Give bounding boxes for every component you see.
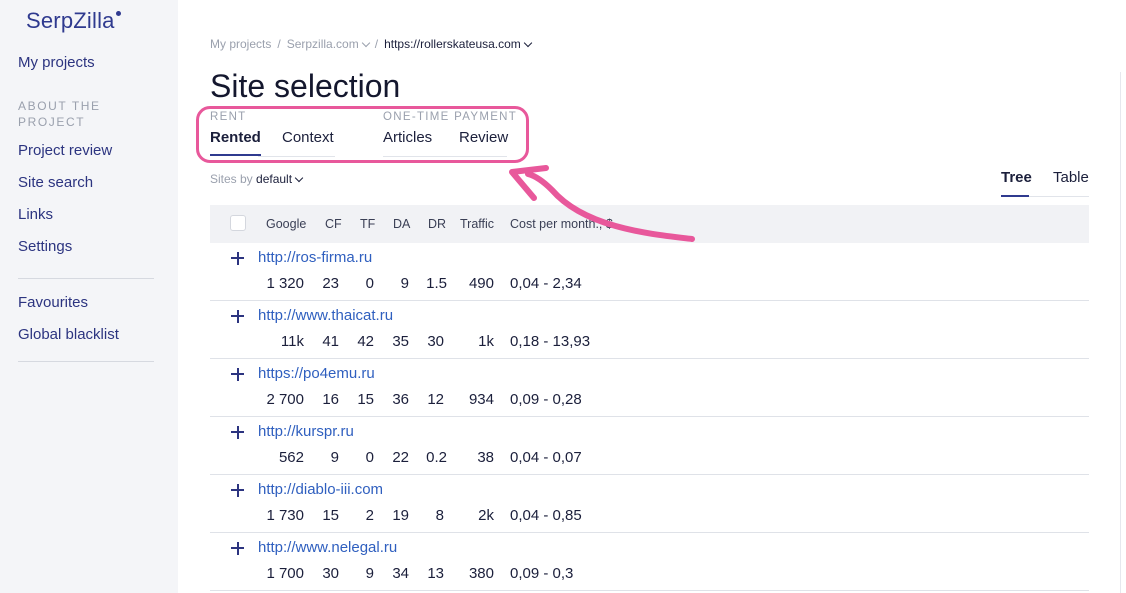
cell-google: 11k xyxy=(280,333,304,350)
sidebar-item-site-search[interactable]: Site search xyxy=(18,174,93,191)
sidebar-item-settings[interactable]: Settings xyxy=(18,238,72,255)
expand-plus-icon[interactable] xyxy=(230,250,246,266)
column-header-traffic[interactable]: Traffic xyxy=(460,217,494,231)
page-title: Site selection xyxy=(210,68,401,104)
tabs-highlight-frame xyxy=(196,106,529,163)
chevron-down-icon xyxy=(361,38,370,48)
sidebar-section-label: ABOUT THE PROJECT xyxy=(18,99,101,129)
cell-da: 36 xyxy=(392,391,409,408)
cell-cf: 41 xyxy=(322,333,339,350)
sidebar-item-favourites[interactable]: Favourites xyxy=(18,294,88,311)
site-link[interactable]: http://ros-firma.ru xyxy=(258,249,372,266)
sidebar-item-project-review[interactable]: Project review xyxy=(18,142,112,159)
breadcrumb-separator: / xyxy=(374,37,379,51)
cell-cf: 23 xyxy=(322,275,339,292)
sidebar-divider xyxy=(18,278,154,279)
cell-tf: 0 xyxy=(365,449,374,466)
select-all-checkbox[interactable] xyxy=(230,215,246,231)
logo-dot-icon xyxy=(115,11,121,16)
annotation-arrow-icon xyxy=(509,165,695,242)
view-active-indicator xyxy=(1001,195,1029,197)
serpzilla-logo[interactable]: SerpZilla xyxy=(26,8,121,34)
cell-cost: 0,04 - 0,07 xyxy=(510,449,582,466)
breadcrumb-current-site[interactable]: https://rollerskateusa.com xyxy=(384,37,533,51)
content-divider xyxy=(1120,72,1121,593)
cell-cf: 9 xyxy=(330,449,339,466)
cell-cf: 30 xyxy=(322,565,339,582)
cell-cf: 15 xyxy=(322,507,339,524)
breadcrumb-my-projects[interactable]: My projects xyxy=(210,37,271,51)
cell-da: 22 xyxy=(392,449,409,466)
cell-dr: 13 xyxy=(427,565,444,582)
cell-traffic: 2k xyxy=(478,507,494,524)
column-header-da[interactable]: DA xyxy=(393,217,410,231)
sidebar-divider xyxy=(18,361,154,362)
cell-da: 9 xyxy=(400,275,409,292)
table-row: http://www.thaicat.ru 11k 41 42 35 30 1k… xyxy=(210,301,1089,359)
cell-google: 1 320 xyxy=(266,275,304,292)
column-header-cf[interactable]: CF xyxy=(325,217,342,231)
cell-dr: 30 xyxy=(427,333,444,350)
cell-cf: 16 xyxy=(322,391,339,408)
cell-google: 1 730 xyxy=(266,507,304,524)
cell-tf: 0 xyxy=(365,275,374,292)
table-row: http://kurspr.ru 562 9 0 22 0.2 38 0,04 … xyxy=(210,417,1089,475)
expand-plus-icon[interactable] xyxy=(230,482,246,498)
table-row: http://www.nelegal.ru 1 700 30 9 34 13 3… xyxy=(210,533,1089,591)
site-link[interactable]: http://www.nelegal.ru xyxy=(258,539,397,556)
cell-cost: 0,04 - 0,85 xyxy=(510,507,582,524)
site-link[interactable]: https://po4emu.ru xyxy=(258,365,375,382)
expand-plus-icon[interactable] xyxy=(230,424,246,440)
expand-plus-icon[interactable] xyxy=(230,366,246,382)
cell-dr: 0.2 xyxy=(426,449,447,466)
breadcrumb-project[interactable]: Serpzilla.com xyxy=(287,37,370,51)
cell-google: 2 700 xyxy=(266,391,304,408)
site-link[interactable]: http://www.thaicat.ru xyxy=(258,307,393,324)
breadcrumb: My projects / Serpzilla.com / https://ro… xyxy=(210,37,533,51)
chevron-down-icon xyxy=(294,173,304,183)
view-tab-tree[interactable]: Tree xyxy=(1001,169,1032,186)
column-header-google[interactable]: Google xyxy=(266,217,306,231)
column-header-tf[interactable]: TF xyxy=(360,217,375,231)
column-header-dr[interactable]: DR xyxy=(428,217,446,231)
table-row: http://diablo-iii.com 1 730 15 2 19 8 2k… xyxy=(210,475,1089,533)
cell-tf: 9 xyxy=(365,565,374,582)
view-underline xyxy=(1029,196,1089,197)
cell-tf: 15 xyxy=(357,391,374,408)
expand-plus-icon[interactable] xyxy=(230,540,246,556)
cell-dr: 12 xyxy=(427,391,444,408)
cell-tf: 2 xyxy=(365,507,374,524)
sidebar-item-links[interactable]: Links xyxy=(18,206,53,223)
cell-traffic: 1k xyxy=(478,333,494,350)
sidebar-item-global-blacklist[interactable]: Global blacklist xyxy=(18,326,119,343)
sidebar-item-my-projects[interactable]: My projects xyxy=(18,54,95,71)
site-link[interactable]: http://diablo-iii.com xyxy=(258,481,383,498)
cell-dr: 1.5 xyxy=(426,275,447,292)
cell-cost: 0,18 - 13,93 xyxy=(510,333,591,350)
cell-traffic: 380 xyxy=(468,565,494,582)
table-row: https://po4emu.ru 2 700 16 15 36 12 934 … xyxy=(210,359,1089,417)
cell-traffic: 38 xyxy=(477,449,494,466)
cell-da: 34 xyxy=(392,565,409,582)
cell-da: 19 xyxy=(392,507,409,524)
chevron-down-icon xyxy=(523,38,533,48)
cell-dr: 8 xyxy=(435,507,444,524)
cell-traffic: 490 xyxy=(468,275,494,292)
cell-google: 562 xyxy=(278,449,304,466)
cell-cost: 0,09 - 0,28 xyxy=(510,391,582,408)
expand-plus-icon[interactable] xyxy=(230,308,246,324)
cell-tf: 42 xyxy=(357,333,374,350)
breadcrumb-separator: / xyxy=(277,37,281,51)
cell-traffic: 934 xyxy=(468,391,494,408)
sidebar: SerpZilla My projects ABOUT THE PROJECT … xyxy=(0,0,178,593)
cell-cost: 0,04 - 2,34 xyxy=(510,275,582,292)
cell-da: 35 xyxy=(392,333,409,350)
site-link[interactable]: http://kurspr.ru xyxy=(258,423,354,440)
cell-cost: 0,09 - 0,3 xyxy=(510,565,574,582)
view-tab-table[interactable]: Table xyxy=(1053,169,1089,186)
sort-dropdown[interactable]: Sites by default xyxy=(210,172,304,186)
cell-google: 1 700 xyxy=(266,565,304,582)
